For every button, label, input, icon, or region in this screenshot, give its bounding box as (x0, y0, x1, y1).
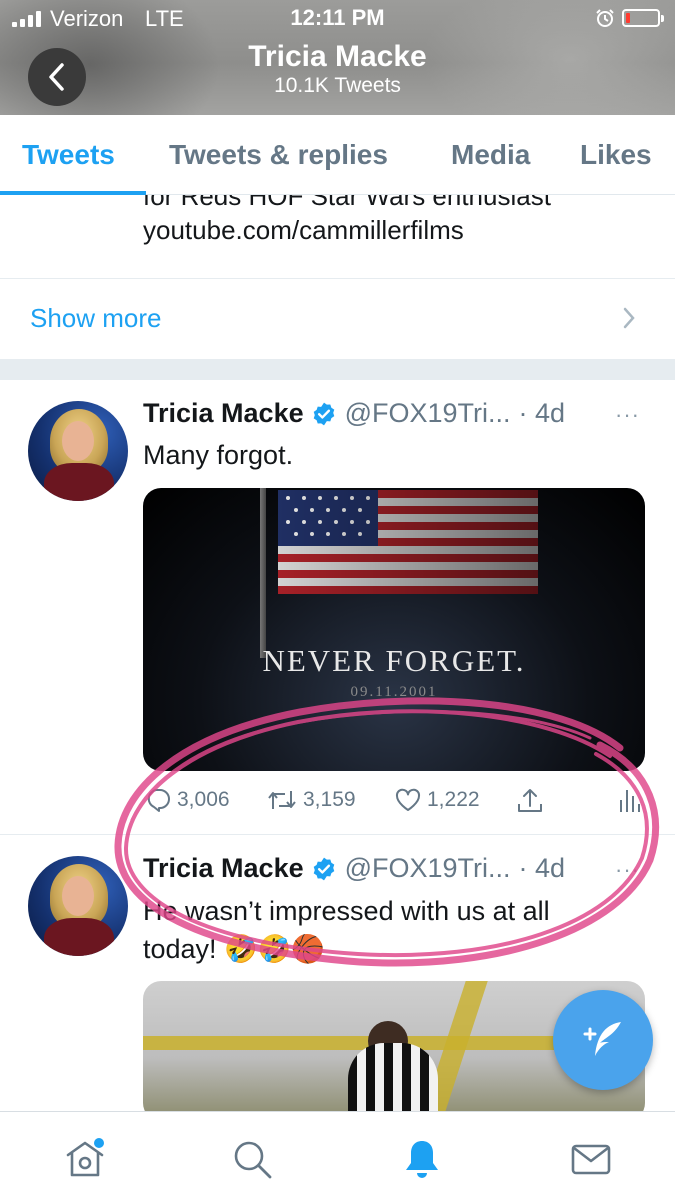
notifications-bell-icon (406, 1141, 438, 1178)
verified-badge-icon (313, 857, 334, 880)
compose-tweet-icon (583, 1022, 621, 1056)
reply-count: 3,006 (177, 788, 230, 811)
tab-tweets-and-replies[interactable]: Tweets & replies (169, 139, 388, 171)
show-more-label: Show more (30, 303, 162, 333)
tweet-time: · 4d (518, 398, 566, 428)
alarm-icon (596, 9, 614, 27)
tweet-media-image[interactable]: NEVER FORGET. 09.11.2001 (143, 488, 645, 771)
like-button[interactable]: 1,222 (395, 788, 480, 812)
tweet[interactable]: Tricia Macke @FOX19Tri... · 4d ··· Many … (0, 380, 675, 835)
share-button[interactable] (516, 788, 544, 814)
profile-name-title: Tricia Macke (248, 40, 427, 73)
profile-header: Verizon LTE 12:11 PM Tricia Macke 10.1K … (0, 0, 675, 115)
tweet-text: Many forgot. (143, 440, 294, 470)
battery-icon (622, 9, 664, 27)
tab-media[interactable]: Media (451, 139, 530, 171)
profile-tabs: Tweets Tweets & replies Media Likes (0, 115, 675, 195)
nav-notifications[interactable] (400, 1137, 444, 1181)
nav-messages[interactable] (569, 1137, 613, 1181)
media-date: 09.11.2001 (350, 684, 438, 700)
home-icon (66, 1138, 104, 1177)
status-time: 12:11 PM (290, 5, 385, 30)
tweet-actions: 3,006 3,159 1,222 (143, 788, 645, 818)
messages-envelope-icon (571, 1144, 611, 1175)
avatar[interactable] (28, 856, 128, 956)
tab-tweets[interactable]: Tweets (22, 139, 115, 171)
show-more-row[interactable]: Show more (0, 279, 675, 359)
heart-icon (395, 788, 421, 811)
verified-badge-icon (313, 402, 334, 425)
section-divider (0, 359, 675, 380)
chevron-right-icon (623, 307, 635, 329)
retweet-count: 3,159 (303, 788, 356, 811)
nav-search[interactable] (230, 1137, 274, 1181)
tweet-author-name[interactable]: Tricia Macke (143, 398, 304, 429)
nav-home[interactable] (63, 1137, 107, 1181)
tweet-handle: @FOX19Tri... (344, 398, 511, 428)
tweet-count: 10.1K Tweets (274, 74, 401, 97)
analytics-button[interactable] (618, 788, 640, 814)
retweet-button[interactable]: 3,159 (267, 788, 356, 812)
avatar[interactable] (28, 401, 128, 501)
tweet-more-icon[interactable]: ··· (615, 857, 640, 883)
bio-link[interactable]: youtube.com/cammillerfilms (143, 215, 464, 246)
tweet-header: Tricia Macke @FOX19Tri... · 4d (143, 853, 565, 884)
tweet-handle: @FOX19Tri... (344, 853, 511, 883)
profile-bio: for Reds HOF Star Wars enthusiast youtub… (0, 195, 675, 279)
tweet-time: · 4d (518, 853, 566, 883)
share-icon (518, 789, 542, 812)
flagpole (260, 488, 266, 658)
american-flag-image (278, 490, 538, 594)
battery-level (626, 13, 630, 23)
reply-button[interactable]: 3,006 (145, 788, 230, 812)
tweet-author-name[interactable]: Tricia Macke (143, 853, 304, 884)
reply-icon (147, 789, 170, 812)
referee-figure (348, 1043, 438, 1111)
status-bar: Verizon LTE 12:11 PM (0, 0, 675, 38)
compose-tweet-button[interactable] (553, 990, 653, 1090)
analytics-icon (620, 790, 640, 812)
bio-partial-line: for Reds HOF Star Wars enthusiast (143, 195, 551, 211)
tweet-header: Tricia Macke @FOX19Tri... · 4d (143, 398, 565, 429)
tweet-text: He wasn’t impressed with us at all today… (143, 896, 550, 964)
bottom-navigation (0, 1111, 675, 1200)
tweet-more-icon[interactable]: ··· (615, 402, 640, 428)
search-icon (234, 1141, 272, 1179)
like-count: 1,222 (427, 788, 480, 811)
media-caption: NEVER FORGET. (262, 643, 526, 678)
tab-likes[interactable]: Likes (580, 139, 652, 171)
retweet-icon (268, 791, 296, 809)
